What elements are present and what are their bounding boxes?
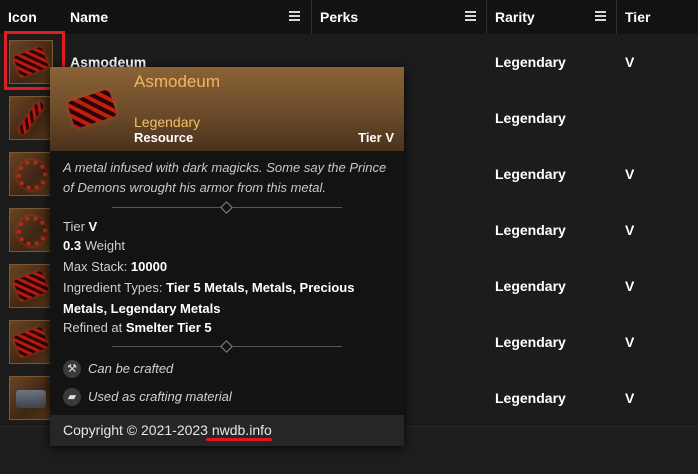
item-rarity: Legendary — [495, 166, 566, 182]
hammer-icon: ⚒ — [63, 359, 81, 378]
stat-weight: 0.3 Weight — [63, 238, 125, 253]
red-ore-icon[interactable] — [9, 320, 53, 364]
item-rarity: Legendary — [495, 334, 566, 350]
stat-max-stack: Max Stack: 10000 — [63, 259, 168, 274]
item-tooltip: Asmodeum Legendary Resource Tier V A met… — [50, 67, 404, 446]
column-menu-icon[interactable] — [465, 11, 476, 21]
tooltip-rarity: Legendary — [134, 114, 201, 130]
tooltip-description: A metal infused with dark magicks. Some … — [63, 160, 387, 195]
column-header-tier[interactable]: Tier — [617, 0, 698, 34]
tooltip-tier: Tier V — [358, 130, 394, 145]
feature-crafting-material: ▰ Used as crafting material — [63, 386, 232, 408]
stat-tier: Tier V — [63, 219, 98, 234]
feature-can-be-crafted: ⚒ Can be crafted — [63, 358, 173, 380]
column-header-rarity[interactable]: Rarity — [487, 0, 616, 34]
item-tier: V — [625, 222, 635, 238]
item-tier: V — [625, 334, 635, 350]
asmodeum-ore-icon — [62, 79, 122, 139]
item-tier: V — [625, 278, 635, 294]
red-chain-icon[interactable] — [9, 152, 53, 196]
item-rarity: Legendary — [495, 54, 566, 70]
column-header-icon[interactable]: Icon — [0, 0, 62, 34]
red-chain-icon[interactable] — [9, 208, 53, 252]
divider — [112, 340, 342, 353]
tooltip-footer: Copyright © 2021-2023 nwdb.info — [50, 415, 404, 446]
item-rarity: Legendary — [495, 390, 566, 406]
tooltip-title: Asmodeum — [134, 72, 220, 91]
tooltip-type: Resource — [134, 130, 194, 145]
red-ore-icon[interactable] — [9, 264, 53, 308]
column-menu-icon[interactable] — [595, 11, 606, 21]
site-link[interactable]: nwdb.info — [212, 422, 272, 438]
red-blade-icon[interactable] — [9, 96, 53, 140]
divider — [112, 201, 342, 214]
column-menu-icon[interactable] — [289, 11, 300, 21]
stat-ingredient-types: Ingredient Types: Tier 5 Metals, Metals,… — [63, 280, 355, 316]
item-rarity: Legendary — [495, 222, 566, 238]
gray-ingot-icon[interactable] — [9, 376, 53, 420]
item-tier: V — [625, 166, 635, 182]
site-underline — [206, 438, 272, 441]
ingot-icon: ▰ — [63, 387, 81, 406]
column-header-perks[interactable]: Perks — [312, 0, 487, 34]
stat-refined-at: Refined at Smelter Tier 5 — [63, 320, 212, 335]
item-rarity: Legendary — [495, 110, 566, 126]
column-header-name[interactable]: Name — [62, 0, 312, 34]
table-header: Icon Name Perks Rarity Tier — [0, 0, 698, 35]
item-tier: V — [625, 390, 635, 406]
copyright-text: Copyright © 2021-2023 — [63, 422, 208, 438]
item-tier: V — [625, 54, 635, 70]
tooltip-header: Asmodeum Legendary Resource Tier V — [50, 67, 404, 151]
item-rarity: Legendary — [495, 278, 566, 294]
